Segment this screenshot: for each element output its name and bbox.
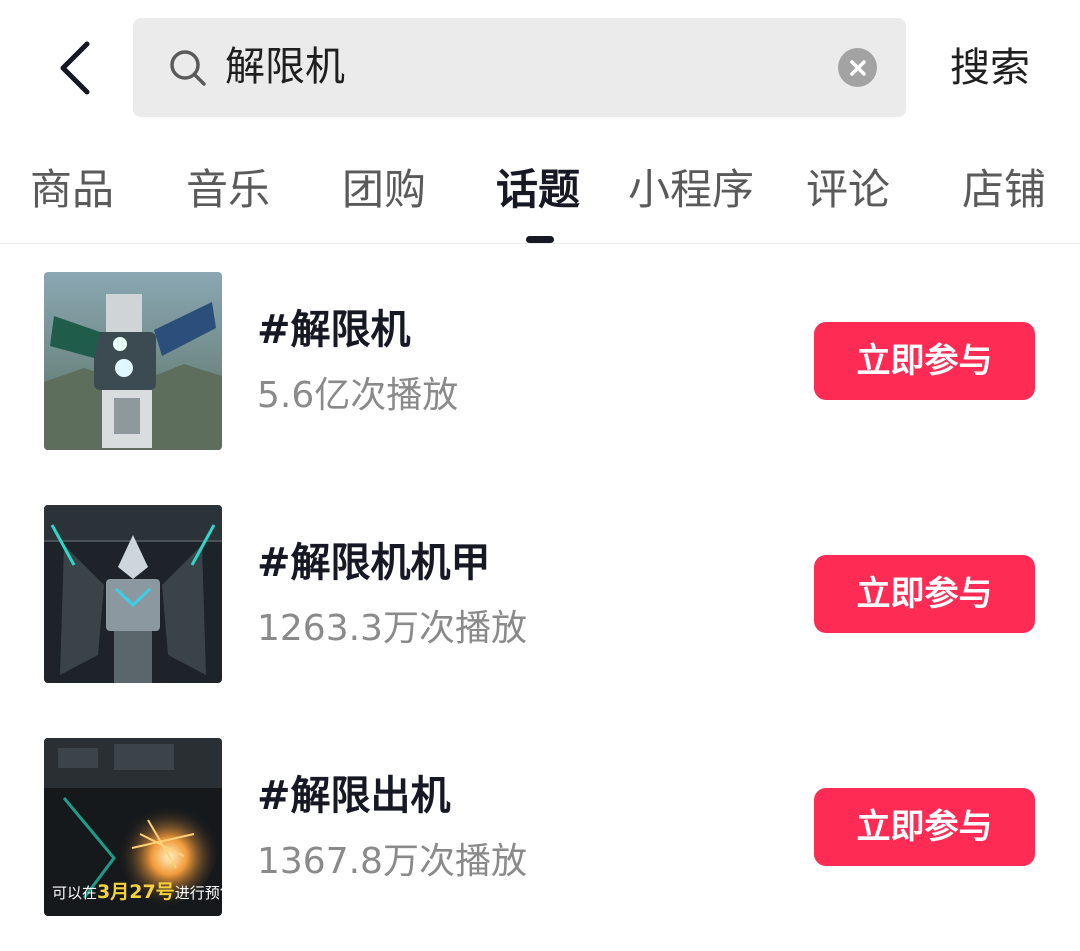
topic-play-count: 1367.8万次播放 bbox=[257, 841, 527, 882]
topic-title: #解限机机甲 bbox=[257, 540, 491, 586]
top-bar: 搜索 bbox=[0, 0, 1080, 135]
search-results-page: 搜索 商品 音乐 团购 话题 小程序 评论 店铺 bbox=[0, 0, 1080, 951]
join-topic-button[interactable]: 立即参与 bbox=[814, 788, 1035, 866]
tab-products[interactable]: 商品 bbox=[30, 162, 114, 218]
tab-comments[interactable]: 评论 bbox=[806, 162, 890, 218]
join-topic-button[interactable]: 立即参与 bbox=[814, 322, 1035, 400]
clear-search-button[interactable] bbox=[838, 48, 877, 87]
topic-play-count: 1263.3万次播放 bbox=[257, 608, 527, 649]
chevron-left-icon bbox=[60, 41, 90, 95]
search-box[interactable] bbox=[133, 18, 906, 117]
tab-shops[interactable]: 店铺 bbox=[962, 162, 1046, 218]
topic-thumbnail bbox=[44, 505, 222, 683]
topic-title: #解限出机 bbox=[257, 773, 451, 819]
search-icon bbox=[170, 50, 206, 86]
tab-group-buy[interactable]: 团购 bbox=[342, 162, 426, 218]
topic-thumbnail: 可以在3月27号进行预售 bbox=[44, 738, 222, 916]
topic-thumbnail bbox=[44, 272, 222, 450]
topic-row[interactable]: #解限机 5.6亿次播放 立即参与 bbox=[0, 272, 1080, 450]
join-topic-button[interactable]: 立即参与 bbox=[814, 555, 1035, 633]
tab-mini-programs[interactable]: 小程序 bbox=[628, 162, 754, 218]
back-button[interactable] bbox=[40, 30, 110, 106]
tab-music[interactable]: 音乐 bbox=[186, 162, 270, 218]
search-input[interactable] bbox=[225, 18, 805, 117]
close-icon bbox=[849, 59, 866, 76]
topic-play-count: 5.6亿次播放 bbox=[257, 375, 459, 416]
search-button[interactable]: 搜索 bbox=[950, 40, 1030, 96]
topic-row[interactable]: #解限机机甲 1263.3万次播放 立即参与 bbox=[0, 505, 1080, 683]
active-tab-indicator bbox=[526, 236, 554, 243]
topic-title: #解限机 bbox=[257, 307, 411, 353]
thumbnail-caption: 可以在3月27号进行预售 bbox=[52, 881, 222, 903]
topic-row[interactable]: 可以在3月27号进行预售 #解限出机 1367.8万次播放 立即参与 bbox=[0, 738, 1080, 916]
tab-topics[interactable]: 话题 bbox=[496, 162, 580, 218]
category-tabs: 商品 音乐 团购 话题 小程序 评论 店铺 bbox=[0, 150, 1080, 244]
